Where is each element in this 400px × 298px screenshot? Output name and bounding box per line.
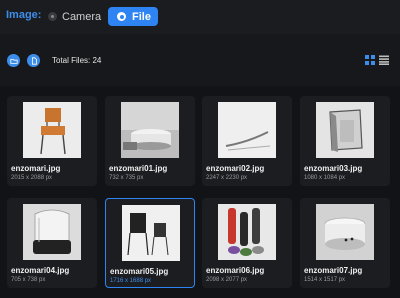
file-card[interactable]: enzomari06.jpg 2098 x 2077 px <box>202 198 292 288</box>
file-dimensions: 705 x 738 px <box>11 277 46 283</box>
file-card-selected[interactable]: enzomari05.jpg 1716 x 1688 px <box>105 198 195 288</box>
open-file-button[interactable] <box>27 54 40 67</box>
camera-option-label: Camera <box>62 10 102 23</box>
file-dimensions: 2098 x 2077 px <box>206 277 248 283</box>
total-files-count: Total Files: 24 <box>52 56 102 65</box>
file-card[interactable]: enzomari02.jpg 2247 x 2230 px <box>202 96 292 186</box>
file-dimensions: 732 x 735 px <box>109 175 144 181</box>
file-dimensions: 2247 x 2230 px <box>206 175 248 181</box>
file-thumbnail <box>218 204 276 260</box>
file-card[interactable]: enzomari07.jpg 1514 x 1517 px <box>300 198 390 288</box>
file-name: enzomari07.jpg <box>304 266 363 275</box>
file-thumbnail <box>121 102 179 158</box>
file-option[interactable]: File <box>108 7 158 26</box>
image-source-label: Image: <box>6 9 42 21</box>
file-name: enzomari05.jpg <box>110 267 169 276</box>
camera-option[interactable]: Camera <box>48 7 101 26</box>
file-name: enzomari.jpg <box>11 164 61 173</box>
source-bar: Image: Camera File <box>0 0 400 35</box>
file-grid: enzomari.jpg 2015 x 2088 px enzomari01.j… <box>0 86 400 298</box>
file-thumbnail <box>316 102 374 158</box>
list-view-icon[interactable] <box>379 55 389 65</box>
document-icon <box>31 56 37 65</box>
file-option-label: File <box>132 10 151 23</box>
file-card[interactable]: enzomari01.jpg 732 x 735 px <box>105 96 195 186</box>
radio-icon <box>48 12 57 21</box>
file-card[interactable]: enzomari03.jpg 1080 x 1084 px <box>300 96 390 186</box>
grid-view-icon[interactable] <box>365 55 375 65</box>
open-folder-button[interactable] <box>7 54 20 67</box>
file-name: enzomari04.jpg <box>11 266 70 275</box>
file-name: enzomari03.jpg <box>304 164 363 173</box>
file-thumbnail <box>316 204 374 260</box>
file-card[interactable]: enzomari.jpg 2015 x 2088 px <box>7 96 97 186</box>
file-name: enzomari06.jpg <box>206 266 265 275</box>
radio-selected-icon <box>117 12 126 21</box>
file-name: enzomari01.jpg <box>109 164 168 173</box>
folder-icon <box>9 58 18 64</box>
file-name: enzomari02.jpg <box>206 164 265 173</box>
file-thumbnail <box>218 102 276 158</box>
file-card[interactable]: enzomari04.jpg 705 x 738 px <box>7 198 97 288</box>
file-thumbnail <box>122 205 180 261</box>
file-dimensions: 2015 x 2088 px <box>11 175 53 181</box>
file-dimensions: 1716 x 1688 px <box>110 278 152 284</box>
file-toolbar: Total Files: 24 <box>0 34 400 86</box>
file-thumbnail <box>23 102 81 158</box>
file-thumbnail <box>23 204 81 260</box>
file-dimensions: 1514 x 1517 px <box>304 277 346 283</box>
file-dimensions: 1080 x 1084 px <box>304 175 346 181</box>
